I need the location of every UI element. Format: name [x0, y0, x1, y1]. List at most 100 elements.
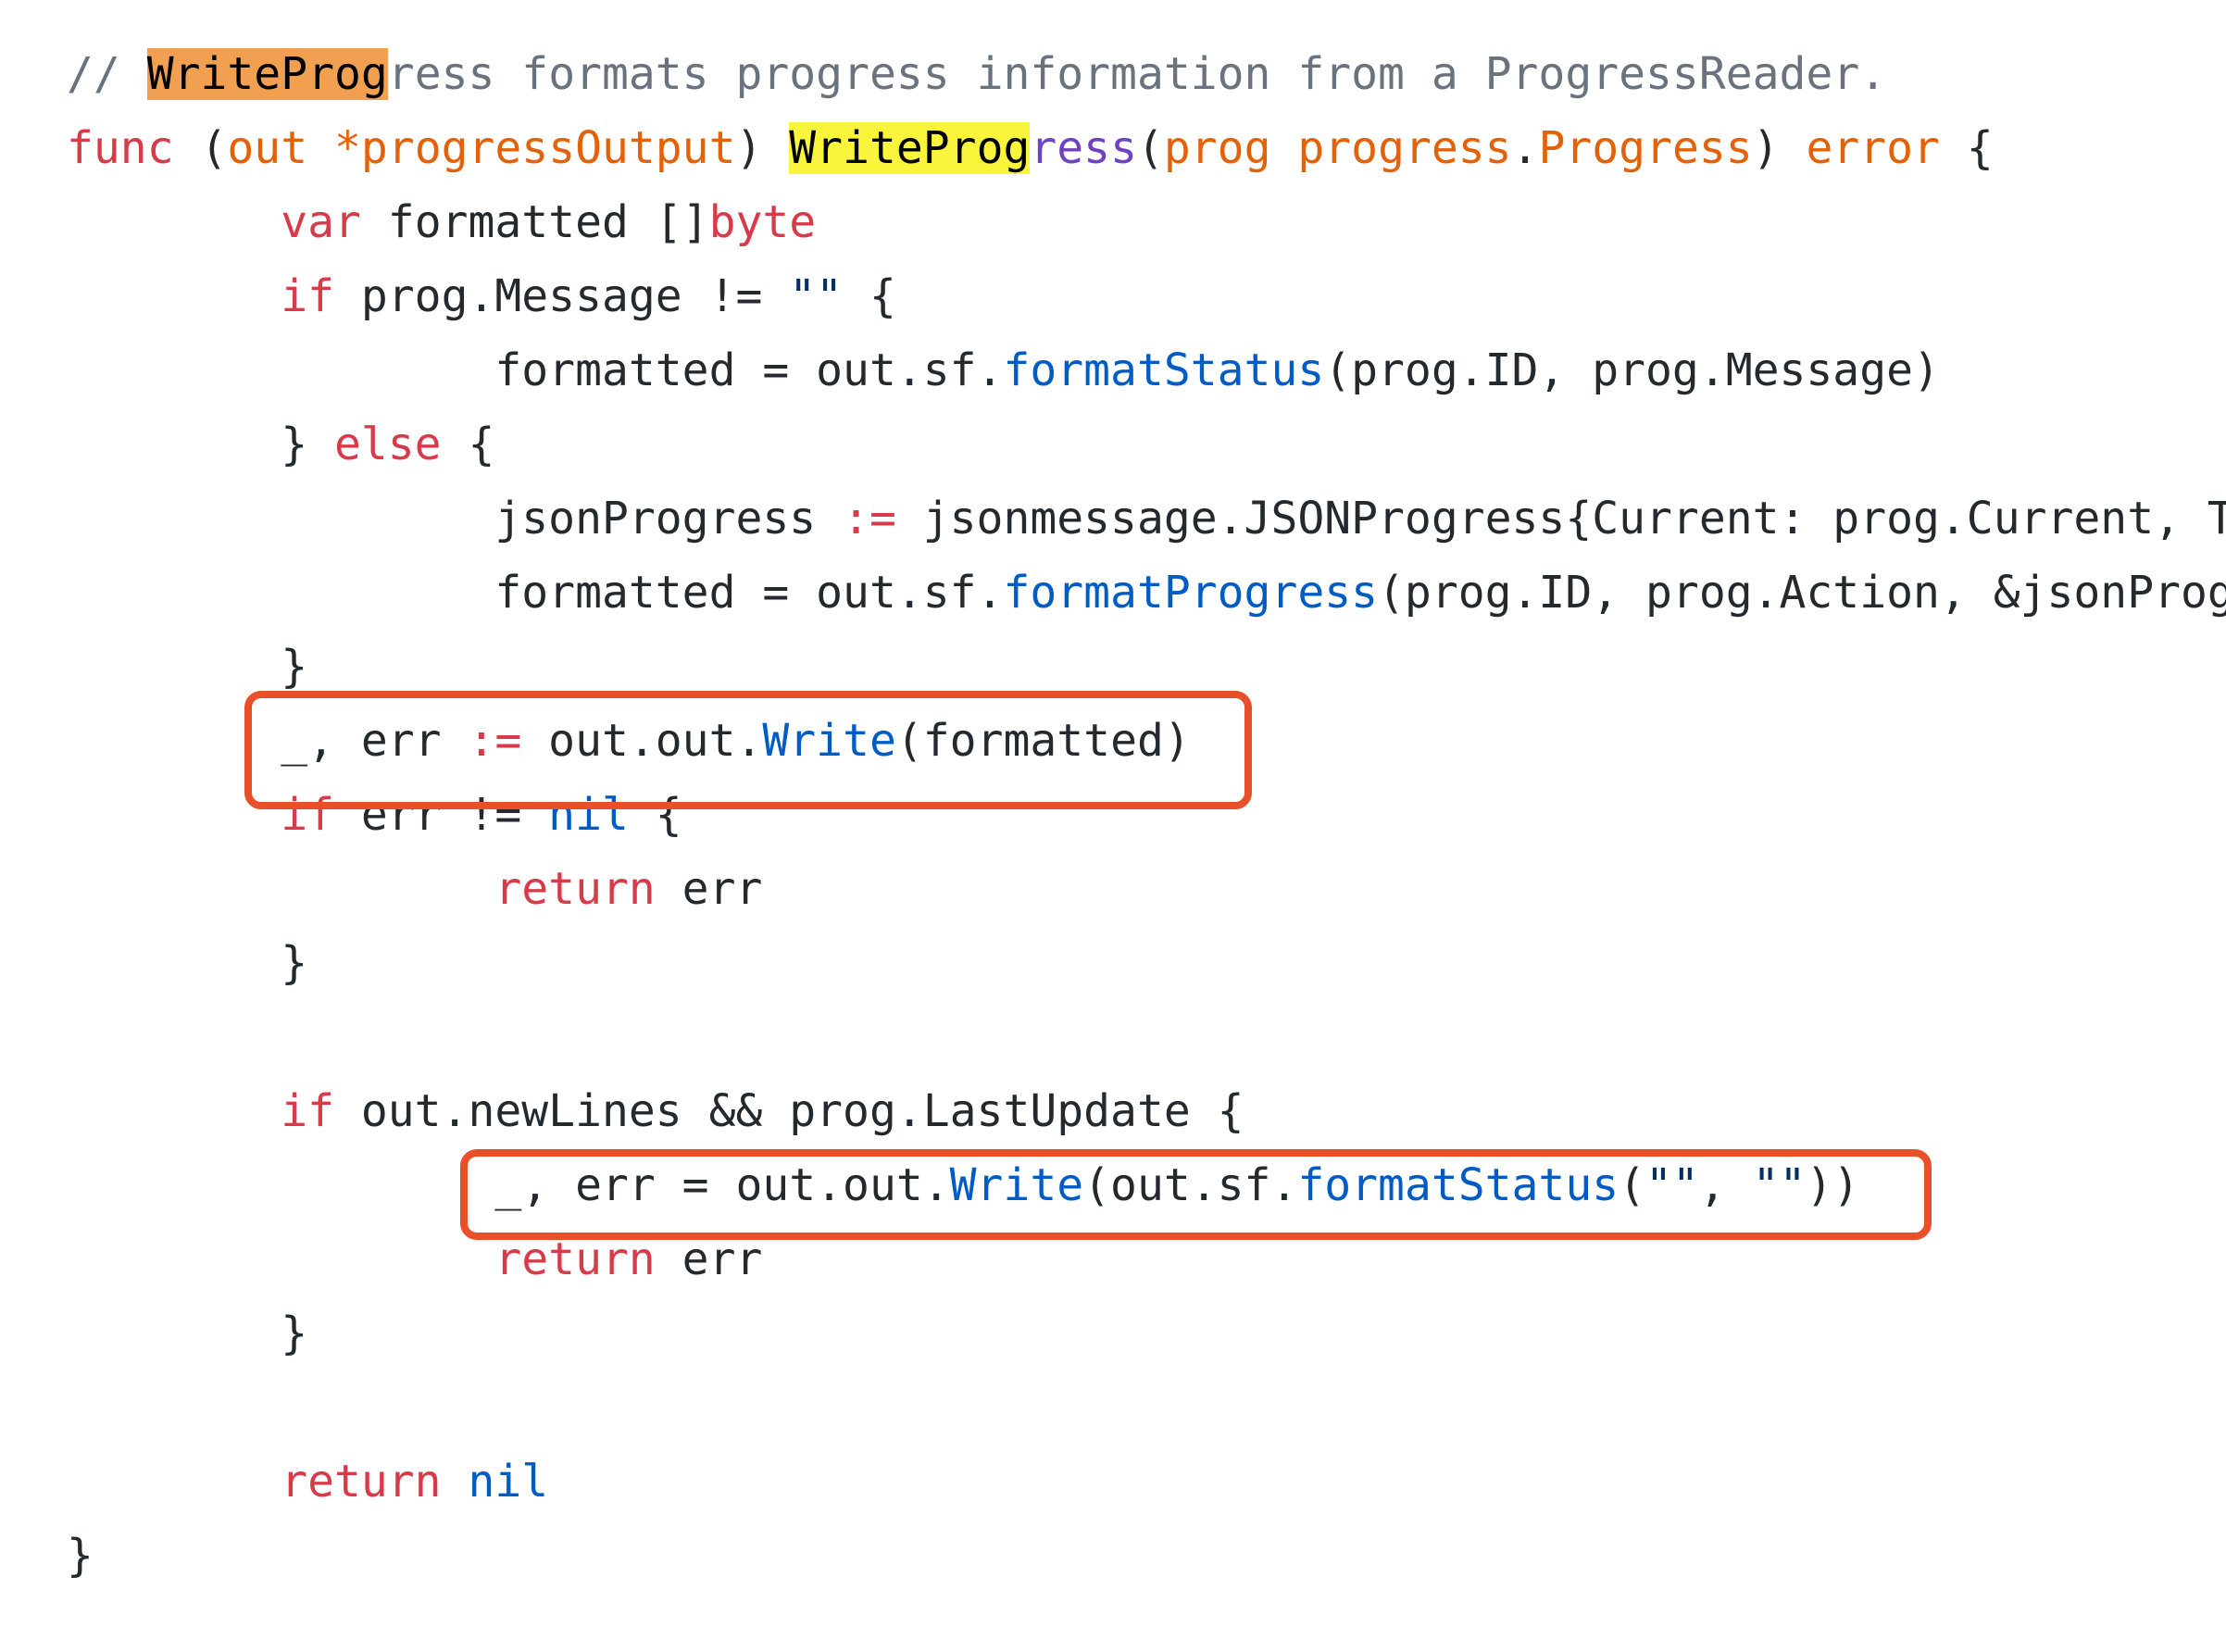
code-token: )	[1752, 122, 1807, 174]
code-viewer: // WriteProgress formats progress inform…	[0, 0, 2226, 1652]
code-token: {	[628, 789, 682, 841]
code-token: _, err = out.out.	[67, 1159, 950, 1211]
code-token: err !=	[333, 789, 549, 841]
code-token: err	[655, 1233, 763, 1285]
code-token: .	[1511, 122, 1539, 174]
code-token: formatted []	[360, 196, 709, 248]
code-token: func	[67, 122, 174, 174]
code-line: return nil	[67, 1445, 2226, 1519]
code-token: jsonProgress	[67, 493, 844, 544]
code-block: // WriteProgress formats progress inform…	[67, 37, 2226, 1593]
code-token: prog.Message !=	[333, 270, 790, 322]
code-line: formatted = out.sf.formatStatus(prog.ID,…	[67, 333, 2226, 407]
code-token: ))	[1806, 1159, 1860, 1211]
code-line: // WriteProgress formats progress inform…	[67, 37, 2226, 111]
code-line: var formatted []byte	[67, 185, 2226, 259]
code-token: (	[173, 122, 228, 174]
code-token: byte	[708, 196, 817, 248]
code-line: } else {	[67, 407, 2226, 482]
code-line: }	[67, 926, 2226, 1000]
code-line: if prog.Message != "" {	[67, 259, 2226, 333]
code-token: ""	[789, 270, 844, 322]
code-token: (prog.ID, prog.Message)	[1324, 344, 1940, 396]
code-token: *progressOutput	[334, 122, 736, 174]
code-token: error	[1806, 122, 1940, 174]
code-token: :=	[468, 715, 522, 767]
code-token: if	[281, 270, 334, 322]
code-token: return	[494, 1233, 656, 1285]
code-line: if out.newLines && prog.LastUpdate {	[67, 1074, 2226, 1148]
code-token: formatStatus	[1297, 1159, 1619, 1211]
code-token: Write	[949, 1159, 1084, 1211]
code-token: progress	[1297, 122, 1512, 174]
code-token: {	[441, 419, 495, 470]
code-token: ,	[1698, 1159, 1753, 1211]
code-token: nil	[548, 789, 629, 841]
code-token: (prog.ID, prog.Action, &jsonProg	[1378, 567, 2226, 619]
code-token: )	[735, 122, 790, 174]
code-token: formatStatus	[1003, 344, 1325, 396]
code-token: if	[281, 1085, 334, 1137]
code-line: _, err := out.out.Write(formatted)	[67, 704, 2226, 778]
code-token: :=	[843, 493, 896, 544]
code-token: }	[67, 419, 334, 470]
code-token: nil	[468, 1456, 549, 1508]
code-token: err	[655, 863, 763, 915]
code-token: ""	[1645, 1159, 1699, 1211]
code-token: (	[1136, 122, 1164, 174]
code-token: //	[67, 48, 147, 100]
code-token: ress formats progress information from a…	[387, 48, 1887, 100]
code-token: }	[67, 1308, 308, 1359]
code-token: jsonmessage.JSONProgress{Current: prog.C…	[895, 493, 2226, 544]
code-token: {	[843, 270, 896, 322]
search-match: WriteProg	[789, 122, 1031, 174]
code-token: formatted = out.sf.	[67, 344, 1004, 396]
code-token: return	[494, 863, 656, 915]
code-token: }	[67, 641, 308, 693]
code-line: return err	[67, 1222, 2226, 1296]
code-line: }	[67, 1519, 2226, 1593]
code-line: }	[67, 630, 2226, 704]
search-match-current: WriteProg	[146, 48, 388, 100]
code-line: jsonProgress := jsonmessage.JSONProgress…	[67, 482, 2226, 556]
code-token: prog	[1163, 122, 1271, 174]
code-line: func (out *progressOutput) WriteProgress…	[67, 111, 2226, 185]
code-line: }	[67, 1296, 2226, 1370]
code-token: formatProgress	[1003, 567, 1379, 619]
code-token: if	[281, 789, 334, 841]
code-token: _, err	[67, 715, 469, 767]
code-token: out	[227, 122, 308, 174]
code-token: return	[281, 1456, 442, 1508]
code-token: {	[1939, 122, 1994, 174]
code-token: out.newLines && prog.LastUpdate {	[333, 1085, 1244, 1137]
code-token: formatted = out.sf.	[67, 567, 1004, 619]
code-token: }	[67, 1530, 94, 1582]
code-token: ""	[1752, 1159, 1807, 1211]
code-token: (formatted)	[895, 715, 1191, 767]
code-line: return err	[67, 852, 2226, 926]
code-token: Write	[762, 715, 896, 767]
code-token: var	[281, 196, 361, 248]
code-token: out.out.	[521, 715, 763, 767]
code-token: (	[1619, 1159, 1646, 1211]
code-token: }	[67, 937, 308, 989]
code-token: Progress	[1538, 122, 1753, 174]
code-token: (out.sf.	[1083, 1159, 1298, 1211]
code-line: if err != nil {	[67, 778, 2226, 852]
code-line: _, err = out.out.Write(out.sf.formatStat…	[67, 1148, 2226, 1222]
code-line: formatted = out.sf.formatProgress(prog.I…	[67, 556, 2226, 630]
code-token: ress	[1030, 122, 1137, 174]
code-token: else	[333, 419, 442, 470]
